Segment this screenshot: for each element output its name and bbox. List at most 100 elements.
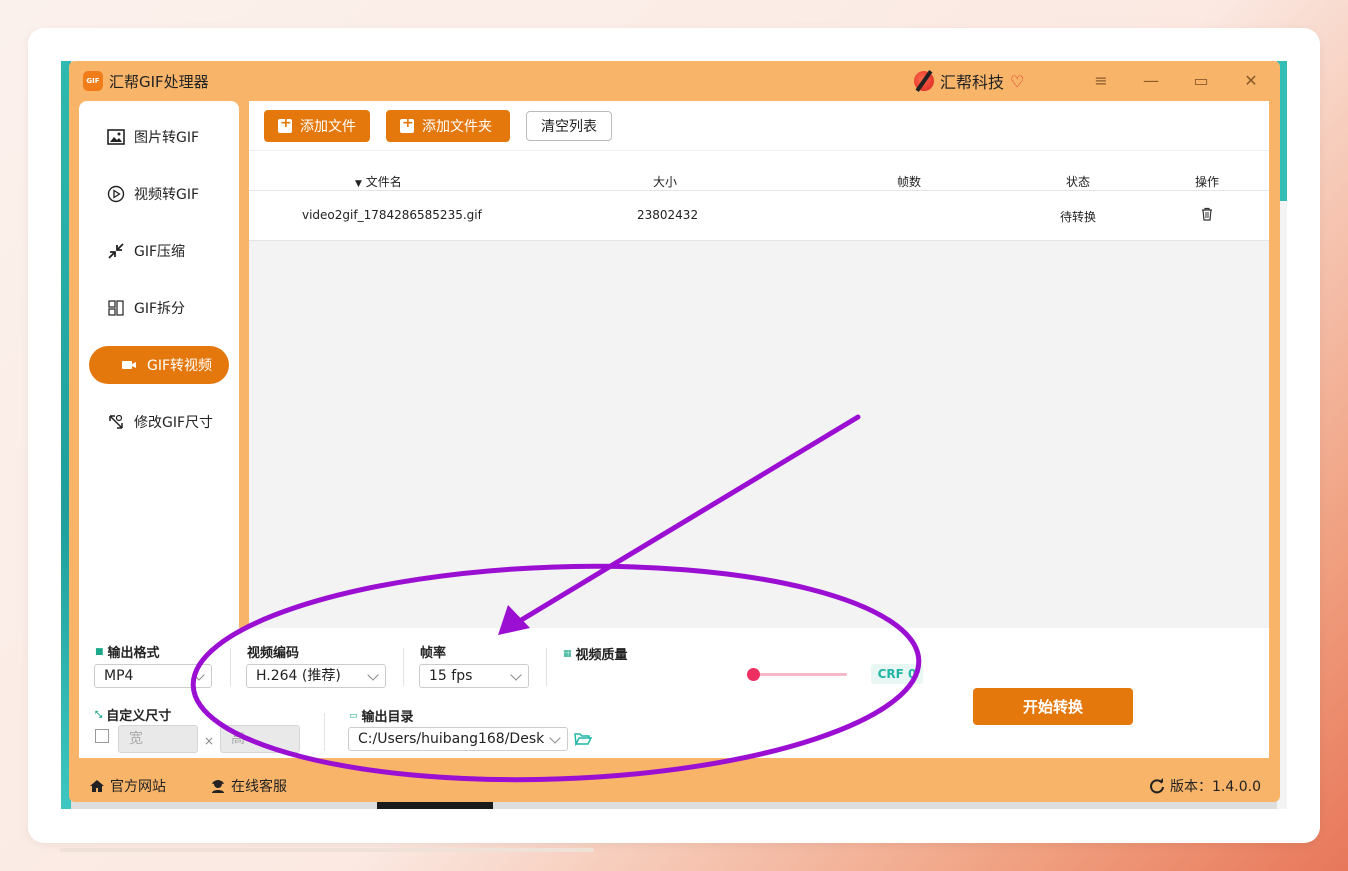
sidebar-item-label: GIF拆分 xyxy=(134,301,186,317)
video-camera-icon xyxy=(119,355,139,375)
grid-icon: ▦ xyxy=(563,648,572,659)
folder-small-icon: ▭ xyxy=(349,710,358,721)
sidebar-item-label: 视频转GIF xyxy=(134,187,200,203)
sidebar-item-video-to-gif[interactable]: 视频转GIF xyxy=(89,175,229,213)
divider xyxy=(546,648,547,686)
add-file-icon xyxy=(278,115,292,133)
quality-label: ▦ 视频质量 xyxy=(563,644,628,663)
clear-list-button[interactable]: 清空列表 xyxy=(526,111,612,141)
quality-label-text: 视频质量 xyxy=(575,648,628,663)
sidebar-item-gif-compress[interactable]: GIF压缩 xyxy=(89,232,229,270)
cell-filename: video2gif_1784286585235.gif xyxy=(302,208,482,222)
divider xyxy=(324,713,325,751)
version-label: 版本：1.4.0.0 xyxy=(1170,779,1261,795)
sidebar-item-label: GIF压缩 xyxy=(134,244,186,260)
toolbar: 添加文件 添加文件夹 清空列表 xyxy=(249,101,1269,151)
fps-select[interactable]: 15 fps xyxy=(419,664,529,688)
column-filename-label: 文件名 xyxy=(365,175,402,189)
frame-shadow-line xyxy=(60,848,594,852)
sort-down-icon: ▼ xyxy=(355,179,362,189)
output-dir-select[interactable]: C:/Users/huibang168/Desk xyxy=(348,727,568,751)
sidebar-item-image-to-gif[interactable]: 图片转GIF xyxy=(89,118,229,156)
brand-name: 汇帮科技 xyxy=(940,73,1005,92)
brand[interactable]: 汇帮科技 ♡ xyxy=(914,69,1024,93)
add-file-button[interactable]: 添加文件 xyxy=(264,110,370,142)
chevron-down-icon xyxy=(510,669,522,681)
codec-select[interactable]: H.264 (推荐) xyxy=(246,664,386,688)
height-input[interactable]: 高 xyxy=(220,725,300,753)
start-convert-button[interactable]: 开始转换 xyxy=(973,688,1133,725)
quality-slider-track[interactable] xyxy=(751,673,847,676)
version-info[interactable]: 版本：1.4.0.0 xyxy=(1149,776,1261,796)
chevron-down-icon xyxy=(367,669,379,681)
brand-logo-icon xyxy=(914,71,934,91)
official-website-label: 官方网站 xyxy=(110,779,166,795)
online-support-label: 在线客服 xyxy=(231,779,287,795)
divider xyxy=(403,648,404,686)
sidebar-item-gif-split[interactable]: GIF拆分 xyxy=(89,289,229,327)
folder-open-icon[interactable] xyxy=(574,732,592,746)
codec-value: H.264 (推荐) xyxy=(256,668,341,684)
column-frames: 帧数 xyxy=(897,175,922,189)
times-sign: × xyxy=(204,734,215,748)
output-dir-value: C:/Users/huibang168/Desk xyxy=(358,731,545,747)
minimize-icon[interactable]: — xyxy=(1139,69,1163,93)
column-status: 状态 xyxy=(1066,175,1091,189)
sidebar-item-label: GIF转视频 xyxy=(147,358,213,374)
codec-label: 视频编码 xyxy=(247,646,300,661)
add-file-label: 添加文件 xyxy=(300,119,356,135)
trash-icon[interactable] xyxy=(1201,207,1213,221)
image-icon xyxy=(106,127,126,147)
sidebar-item-gif-to-video[interactable]: GIF转视频 xyxy=(89,346,229,384)
table-row[interactable]: video2gif_1784286585235.gif 23802432 待转换 xyxy=(249,191,1269,241)
add-folder-button[interactable]: 添加文件夹 xyxy=(386,110,510,142)
taskbar-fragment xyxy=(377,802,493,809)
app-logo-icon: GIF xyxy=(83,71,103,91)
width-input[interactable]: 宽 xyxy=(118,725,198,753)
online-support-link[interactable]: 在线客服 xyxy=(210,776,287,796)
sidebar-item-resize-gif[interactable]: 修改GIF尺寸 xyxy=(89,403,229,441)
refresh-icon xyxy=(1150,778,1164,794)
custom-size-label-text: 自定义尺寸 xyxy=(106,709,172,724)
chevron-down-icon xyxy=(193,669,205,681)
split-icon xyxy=(106,298,126,318)
custom-size-label: ⤡ 自定义尺寸 xyxy=(95,705,171,724)
table-header: ▼ 文件名 大小 帧数 状态 操作 xyxy=(249,151,1269,191)
sidebar-item-label: 修改GIF尺寸 xyxy=(134,415,214,431)
maximize-icon[interactable]: ▭ xyxy=(1189,69,1213,93)
title-bar: GIF 汇帮GIF处理器 汇帮科技 ♡ ≡ — ▭ ✕ xyxy=(69,61,1280,101)
play-icon xyxy=(106,184,126,204)
custom-size-checkbox[interactable] xyxy=(95,729,109,743)
add-folder-icon xyxy=(400,115,414,133)
fps-label: 帧率 xyxy=(420,646,447,661)
column-size: 大小 xyxy=(653,175,678,189)
output-format-select[interactable]: MP4 xyxy=(94,664,212,688)
cell-size: 23802432 xyxy=(637,208,699,222)
close-icon[interactable]: ✕ xyxy=(1239,69,1263,93)
output-format-value: MP4 xyxy=(104,668,134,684)
compress-icon xyxy=(106,241,126,261)
home-icon xyxy=(90,780,104,792)
official-website-link[interactable]: 官方网站 xyxy=(89,776,166,796)
output-format-label-text: 输出格式 xyxy=(107,646,160,661)
cell-status: 待转换 xyxy=(1060,210,1097,224)
app-title: 汇帮GIF处理器 xyxy=(109,73,209,91)
video-icon: ■ xyxy=(95,646,104,657)
footer: 官方网站 在线客服 版本：1.4.0.0 xyxy=(69,766,1280,802)
divider xyxy=(230,648,231,686)
add-folder-label: 添加文件夹 xyxy=(422,119,492,135)
support-agent-icon xyxy=(212,780,224,793)
resize-small-icon: ⤡ xyxy=(95,709,103,720)
column-filename[interactable]: ▼ 文件名 xyxy=(355,173,402,190)
resize-icon xyxy=(106,412,126,432)
output-dir-label-text: 输出目录 xyxy=(361,710,414,725)
output-format-label: ■ 输出格式 xyxy=(95,642,160,661)
heart-icon[interactable]: ♡ xyxy=(1010,72,1024,91)
sidebar-item-label: 图片转GIF xyxy=(134,130,200,146)
quality-slider-handle[interactable] xyxy=(747,668,760,681)
menu-icon[interactable]: ≡ xyxy=(1089,69,1113,93)
chevron-down-icon xyxy=(549,732,561,744)
fps-value: 15 fps xyxy=(429,668,473,684)
app-window: GIF 汇帮GIF处理器 汇帮科技 ♡ ≡ — ▭ ✕ 图片转GIF 视频转GI… xyxy=(69,61,1280,802)
crf-badge: CRF 0 xyxy=(871,664,923,684)
